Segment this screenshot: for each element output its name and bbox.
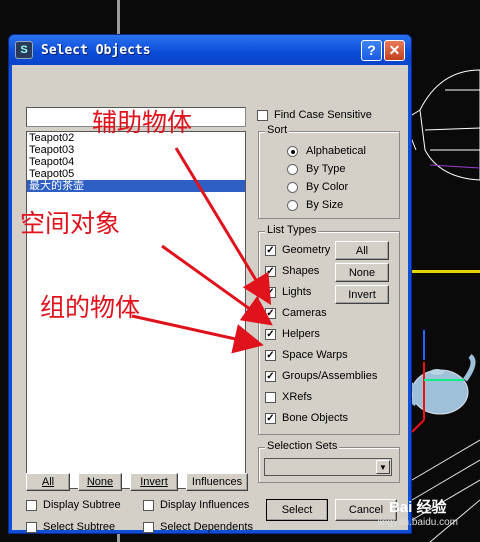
arrow-to-space-warps [161, 244, 273, 326]
watermark-brand: Bai 经验 [388, 499, 447, 516]
baidu-watermark: Bai 经验 jingyan.baidu.com [377, 496, 458, 528]
arrow-to-groups [131, 314, 264, 354]
annotation-arrows [131, 147, 273, 354]
arrow-to-helpers [174, 147, 272, 306]
watermark-url: jingyan.baidu.com [377, 517, 458, 528]
